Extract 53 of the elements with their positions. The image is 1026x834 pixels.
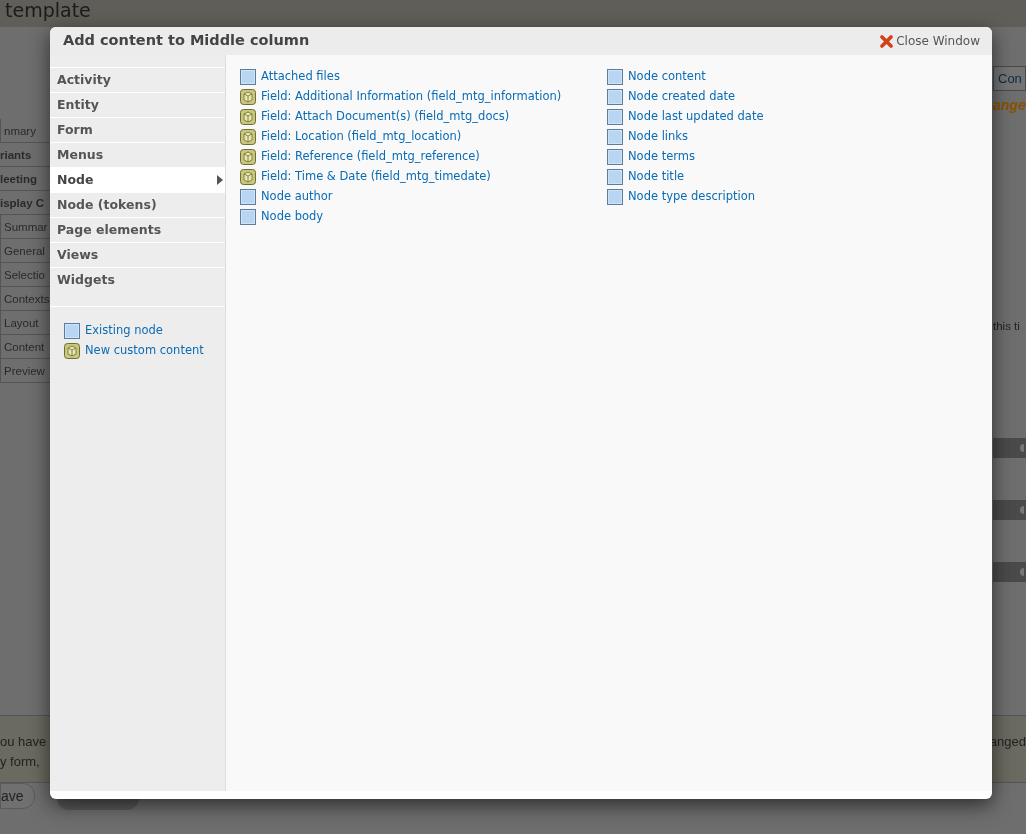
category-item[interactable]: Views	[50, 242, 225, 267]
content-link[interactable]: Field: Attach Document(s) (field_mtg_docs)	[261, 108, 510, 126]
category-item[interactable]: Node	[50, 167, 225, 192]
content-link[interactable]: Node terms	[628, 148, 695, 166]
content-link[interactable]: Field: Time & Date (field_mtg_timedate)	[261, 168, 491, 186]
content-link[interactable]: Node type description	[628, 188, 755, 206]
message-text: ou have	[0, 733, 47, 751]
close-icon	[880, 34, 894, 48]
page-icon	[607, 89, 623, 105]
content-link[interactable]: Field: Additional Information (field_mtg_information)	[261, 88, 562, 106]
notice-text: ange	[993, 96, 1026, 115]
close-button[interactable]: Close Window	[880, 32, 980, 50]
page-icon	[607, 149, 623, 165]
dialog-title: Add content to Middle column	[63, 31, 310, 51]
content-link[interactable]: Attached files	[261, 68, 340, 86]
page-icon	[607, 109, 623, 125]
arrow-icon	[217, 175, 223, 185]
page-title: template	[5, 0, 91, 20]
cube-icon	[240, 129, 256, 145]
page-button[interactable]: Con	[993, 66, 1026, 91]
content-link[interactable]: Existing node	[85, 322, 163, 340]
cube-icon	[240, 169, 256, 185]
save-button[interactable]: ave	[0, 783, 35, 809]
category-item[interactable]: Page elements	[50, 217, 225, 242]
cube-icon	[240, 149, 256, 165]
content-link[interactable]: Node links	[628, 128, 688, 146]
category-item[interactable]: Entity	[50, 92, 225, 117]
content-link[interactable]: Node author	[261, 188, 333, 206]
page-icon	[240, 209, 256, 225]
content-link[interactable]: Node created date	[628, 88, 736, 106]
content-link[interactable]: Field: Location (field_mtg_location)	[261, 128, 462, 146]
page-icon	[240, 189, 256, 205]
page-icon	[240, 69, 256, 85]
content-link[interactable]: New custom content	[85, 342, 204, 360]
category-item[interactable]: Widgets	[50, 267, 225, 292]
cube-icon	[64, 343, 80, 359]
message-text: y form,	[0, 753, 41, 771]
content-link[interactable]: Node title	[628, 168, 685, 186]
description-text: this ti	[993, 319, 1020, 334]
category-item[interactable]: Node (tokens)	[50, 192, 225, 217]
cube-icon	[240, 89, 256, 105]
cube-icon	[240, 109, 256, 125]
page-icon	[607, 169, 623, 185]
page-icon	[607, 129, 623, 145]
page-icon	[64, 323, 80, 339]
page-icon	[607, 69, 623, 85]
content-link[interactable]: Node body	[261, 208, 324, 226]
content-link[interactable]: Field: Reference (field_mtg_reference)	[261, 148, 480, 166]
content-link[interactable]: Node content	[628, 68, 706, 86]
page-icon	[607, 189, 623, 205]
content-link[interactable]: Node last updated date	[628, 108, 764, 126]
category-item[interactable]: Form	[50, 117, 225, 142]
category-item[interactable]: Activity	[50, 67, 225, 92]
